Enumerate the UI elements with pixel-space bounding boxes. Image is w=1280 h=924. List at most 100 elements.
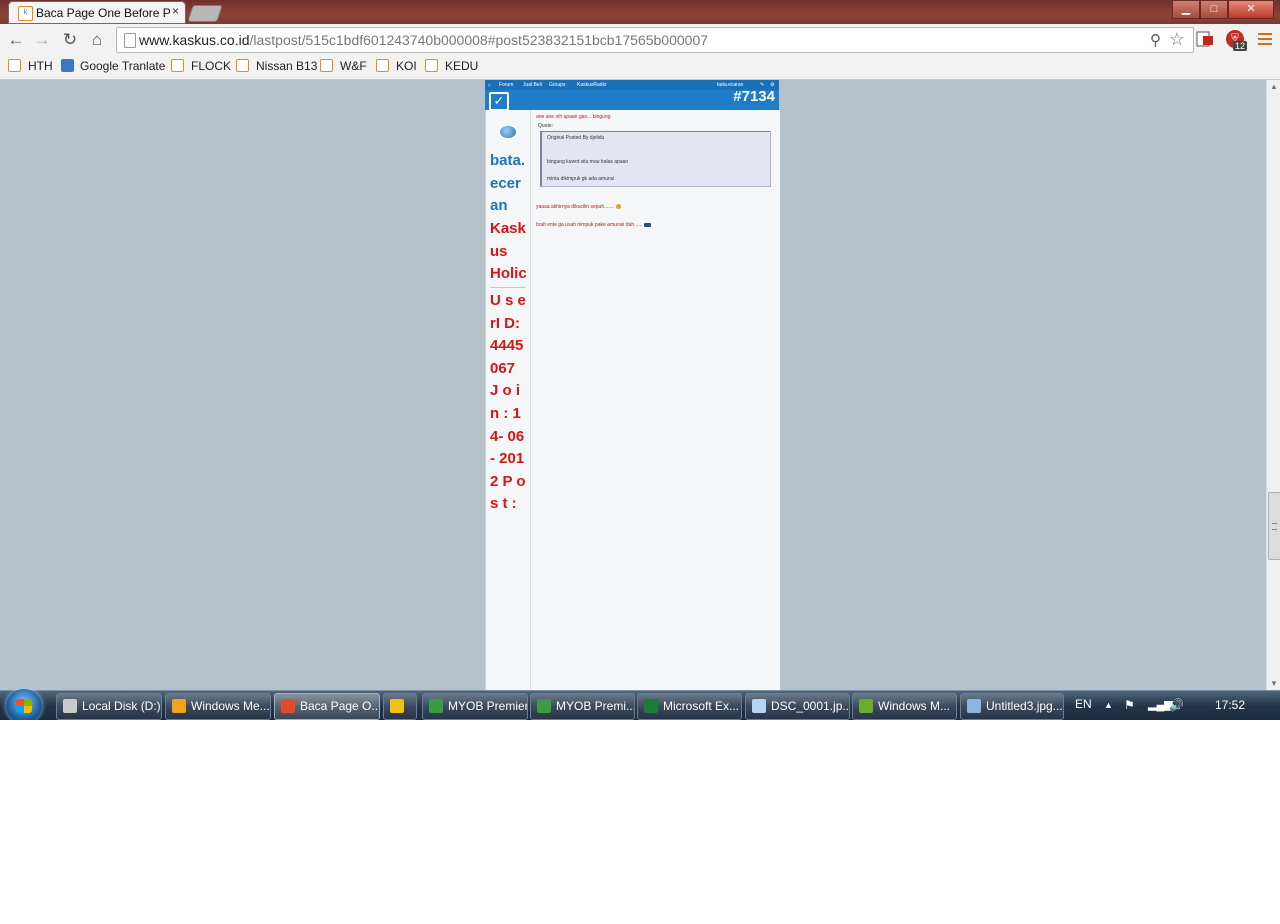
new-tab-button[interactable]	[187, 5, 223, 22]
task-windows-media[interactable]: Windows Me...	[165, 693, 271, 720]
user-info: U s e rI D: 4445 067 J o i n : 14- 06- 2…	[490, 292, 526, 513]
show-hidden-icons-icon[interactable]: ▲	[1104, 700, 1113, 710]
browser-toolbar: ← → ↻ ⌂ www.kaskus.co.id/lastpost/515c1b…	[0, 24, 1280, 55]
bookmark-koi[interactable]: KOI	[376, 59, 417, 75]
scroll-up-icon[interactable]: ▲	[1270, 82, 1278, 91]
reply-line: yaaaa akhirnya dikucilin sepuh.......	[536, 204, 621, 210]
bookmark-label: Google Tranlate	[80, 59, 166, 73]
tab-title: Baca Page One Before Post	[36, 6, 170, 20]
nav-jual-beli[interactable]: Jual Beli	[523, 82, 542, 88]
bookmark-icon	[8, 59, 21, 72]
close-window-button[interactable]: ✕	[1228, 0, 1274, 19]
divider	[490, 287, 526, 288]
language-indicator[interactable]: EN	[1075, 697, 1092, 711]
kaskus-favicon-icon: k	[18, 6, 33, 21]
task-myob-1[interactable]: MYOB Premier	[422, 693, 528, 720]
home-icon[interactable]: ⌂	[87, 30, 107, 50]
task-label: MYOB Premier	[448, 699, 528, 713]
bookmark-google-translate[interactable]: Google Tranlate	[61, 59, 165, 75]
quote-line: minta dikimpuk gk ada amunsi	[547, 176, 615, 182]
bookmark-wf[interactable]: W&F	[320, 59, 367, 75]
task-windows-media-2[interactable]: Windows M...	[852, 693, 957, 720]
avatar[interactable]	[500, 126, 516, 138]
task-photo-viewer[interactable]: DSC_0001.jp...	[745, 693, 850, 720]
post-number[interactable]: #7134	[733, 88, 775, 105]
system-tray: EN ▲ ⚑ ▂▄▆ 🔊 17:52	[1068, 691, 1280, 720]
nav-forum[interactable]: Forum	[499, 82, 513, 88]
task-label: MYOB Premi...	[556, 699, 635, 713]
task-local-disk[interactable]: Local Disk (D:)	[56, 693, 162, 720]
search-icon[interactable]: ⚲	[1150, 31, 1161, 49]
reload-icon[interactable]: ↻	[60, 30, 80, 50]
chrome-icon	[281, 699, 295, 713]
user-panel: bata.ecer an Kask us Holic U s e rI D: 4…	[486, 110, 531, 690]
paint-icon	[967, 699, 981, 713]
bookmark-label: W&F	[340, 59, 367, 73]
task-myob-2[interactable]: MYOB Premi...	[530, 693, 635, 720]
extension-badge: 12	[1233, 41, 1248, 51]
bookmark-nissan-b13[interactable]: Nissan B13	[236, 59, 317, 75]
clock[interactable]: 17:52	[1215, 698, 1245, 712]
bookmark-icon	[320, 59, 333, 72]
task-paint[interactable]: Untitled3.jpg...	[960, 693, 1064, 720]
media-player-icon	[172, 699, 186, 713]
bookmark-icon	[236, 59, 249, 72]
forward-arrow-icon[interactable]: →	[32, 30, 52, 50]
bookmark-label: KOI	[396, 59, 417, 73]
task-label: Microsoft Ex...	[663, 699, 740, 713]
bookmark-flock[interactable]: FLOCK	[171, 59, 231, 75]
volume-icon[interactable]: 🔊	[1169, 698, 1184, 712]
windows-logo-icon	[16, 699, 32, 713]
windows-taskbar: Local Disk (D:) Windows Me... Baca Page …	[0, 689, 1280, 720]
bookmark-icon	[376, 59, 389, 72]
excel-icon	[644, 699, 658, 713]
url-text: www.kaskus.co.id/lastpost/515c1bdf601243…	[139, 32, 708, 48]
extension-pdf-icon[interactable]	[1196, 31, 1214, 47]
nav-groups[interactable]: Groups	[549, 82, 565, 88]
grip-icon	[1272, 523, 1277, 530]
task-excel[interactable]: Microsoft Ex...	[637, 693, 742, 720]
address-bar[interactable]: www.kaskus.co.id/lastpost/515c1bdf601243…	[116, 27, 1194, 53]
task-chrome[interactable]: Baca Page O...	[274, 693, 380, 720]
page-icon	[124, 33, 136, 48]
tab-close-icon[interactable]: ×	[172, 4, 179, 18]
tab-active[interactable]: k Baca Page One Before Post ×	[8, 1, 186, 24]
quote-author: Original Posted By djelidu	[547, 135, 605, 141]
vertical-scrollbar[interactable]: ▲ ▼	[1266, 80, 1280, 690]
maximize-button[interactable]: □	[1200, 0, 1228, 19]
url-path: /lastpost/515c1bdf601243740b000008#post5…	[249, 32, 709, 48]
bookmark-star-icon[interactable]: ☆	[1169, 29, 1185, 50]
hat-emoticon-icon	[644, 223, 652, 227]
myob-icon	[429, 699, 443, 713]
bookmark-kedu[interactable]: KEDU	[425, 59, 478, 75]
nav-kaskus-radio[interactable]: KaskusRadio	[577, 82, 606, 88]
bookmark-icon	[171, 59, 184, 72]
quote-label: Quote:	[538, 123, 554, 129]
smiley-icon	[615, 204, 621, 209]
task-label: Windows M...	[878, 699, 951, 713]
reply-line: bralt ente ga usah nimpuk pake amunisi d…	[536, 222, 652, 228]
minimize-button[interactable]: ▁	[1172, 0, 1200, 19]
task-label: Untitled3.jpg...	[986, 699, 1063, 713]
scroll-down-icon[interactable]: ▼	[1270, 679, 1278, 688]
back-arrow-icon[interactable]: ←	[6, 30, 26, 50]
bookmark-label: HTH	[28, 59, 53, 73]
image-file-icon	[752, 699, 766, 713]
task-label: Baca Page O...	[300, 699, 380, 713]
post-header: ✓ #7134	[485, 88, 779, 111]
task-outlook[interactable]	[383, 693, 417, 720]
start-button[interactable]	[6, 689, 42, 720]
desktop-screen: k Baca Page One Before Post × ▁ □ ✕ ← → …	[0, 0, 1280, 720]
bookmark-hth[interactable]: HTH	[8, 59, 53, 75]
user-rank: Kask us Holic	[490, 220, 527, 283]
chrome-menu-icon[interactable]	[1258, 33, 1272, 45]
home-nav-icon[interactable]: ⌂	[488, 82, 491, 88]
scroll-thumb[interactable]	[1268, 492, 1280, 560]
action-center-flag-icon[interactable]: ⚑	[1124, 698, 1135, 712]
task-label: Windows Me...	[191, 699, 270, 713]
checkbox-icon[interactable]: ✓	[489, 92, 509, 111]
username[interactable]: bata.ecer an	[490, 150, 530, 218]
bookmark-label: Nissan B13	[256, 59, 318, 73]
bookmarks-bar: HTH Google Tranlate FLOCK Nissan B13 W&F…	[0, 55, 1280, 80]
outlook-icon	[390, 699, 404, 713]
